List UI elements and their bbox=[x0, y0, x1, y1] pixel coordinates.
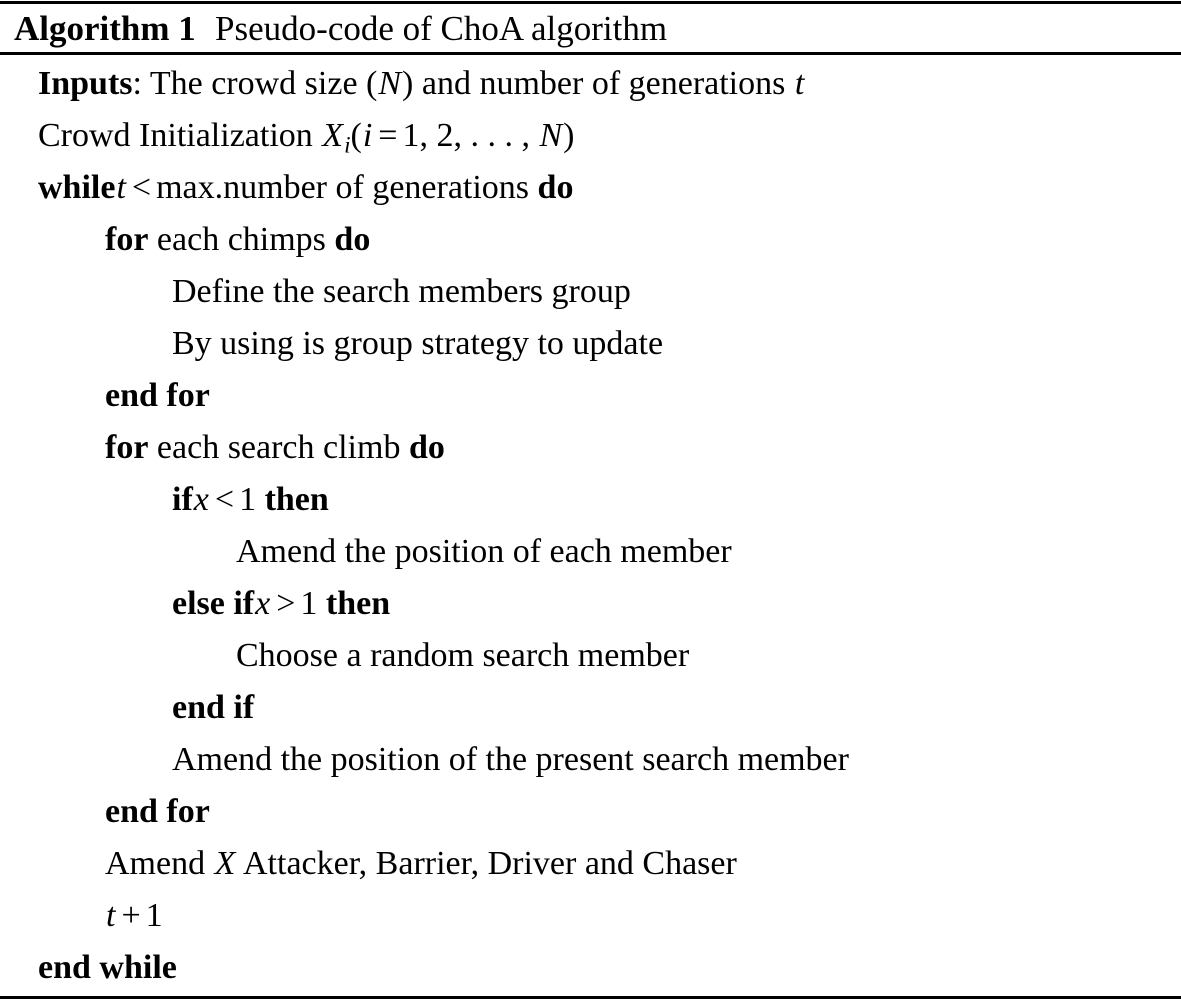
text-token: Amend bbox=[105, 845, 214, 882]
algorithm-line: end if bbox=[0, 682, 1181, 734]
math-operator: + bbox=[121, 897, 141, 934]
algorithm-line: Crowd Initialization Xi(i = 1, 2, . . . , … bbox=[0, 110, 1181, 162]
keyword-token: do bbox=[408, 429, 445, 466]
math-variable: t bbox=[794, 65, 805, 102]
math-variable: t bbox=[106, 897, 116, 934]
keyword-token: for bbox=[105, 221, 149, 258]
text-token: ) and number of generations bbox=[402, 65, 794, 102]
keyword-token: end if bbox=[172, 689, 255, 726]
algorithm-top-rule bbox=[0, 1, 1181, 4]
algorithm-line: Choose a random search member bbox=[0, 630, 1181, 682]
algorithm-line: ifx <1 then bbox=[0, 474, 1181, 526]
algorithm-line: for each chimps do bbox=[0, 214, 1181, 266]
math-variable: X bbox=[214, 845, 236, 882]
keyword-token: end for bbox=[105, 377, 210, 414]
algorithm-line: end while bbox=[0, 942, 1181, 994]
math-variable: t bbox=[116, 169, 126, 206]
keyword-token: while bbox=[38, 169, 116, 206]
algorithm-line: end for bbox=[0, 370, 1181, 422]
algorithm-line: whilet < max.number of generations do bbox=[0, 162, 1181, 214]
algorithm-line: t +1 bbox=[0, 890, 1181, 942]
math-operator: = bbox=[378, 117, 398, 154]
text-token: max.number of generations bbox=[156, 169, 538, 206]
keyword-token: for bbox=[105, 429, 149, 466]
text-token: ) bbox=[563, 117, 575, 154]
algorithm-line: for each search climb do bbox=[0, 422, 1181, 474]
algorithm-caption: Algorithm 1 Pseudo-code of ChoA algorith… bbox=[14, 7, 1171, 51]
algorithm-float: Algorithm 1 Pseudo-code of ChoA algorith… bbox=[0, 0, 1181, 1003]
math-operator: > bbox=[276, 585, 296, 622]
text-token: 1 bbox=[239, 481, 265, 518]
math-operator: < bbox=[214, 481, 235, 518]
keyword-token: then bbox=[325, 585, 391, 622]
keyword-token: if bbox=[172, 481, 193, 518]
algorithm-bottom-rule bbox=[0, 996, 1181, 999]
text-token: Amend the position of each member bbox=[236, 533, 732, 570]
caption-gap bbox=[196, 9, 215, 48]
algorithm-body: Inputs: The crowd size (N) and number of… bbox=[0, 58, 1181, 994]
keyword-token: do bbox=[537, 169, 574, 206]
algorithm-line: Amend the position of each member bbox=[0, 526, 1181, 578]
math-operator: < bbox=[131, 169, 152, 206]
math-variable: x bbox=[255, 585, 271, 622]
keyword-token: else if bbox=[172, 585, 255, 622]
algorithm-label: Algorithm 1 bbox=[14, 9, 196, 48]
text-token: Define the search members group bbox=[172, 273, 631, 310]
algorithm-header-rule bbox=[0, 52, 1181, 55]
algorithm-line: Inputs: The crowd size (N) and number of… bbox=[0, 58, 1181, 110]
keyword-token: end while bbox=[38, 949, 177, 986]
algorithm-line: Amend X Attacker, Barrier, Driver and Ch… bbox=[0, 838, 1181, 890]
text-token: Crowd Initialization bbox=[38, 117, 322, 154]
math-variable: i bbox=[362, 117, 373, 154]
algorithm-line: By using is group strategy to update bbox=[0, 318, 1181, 370]
algorithm-line: end for bbox=[0, 786, 1181, 838]
keyword-token: end for bbox=[105, 793, 210, 830]
text-token: ( bbox=[350, 117, 362, 154]
text-token: 1 bbox=[300, 585, 326, 622]
math-variable: N bbox=[378, 65, 402, 102]
keyword-token: Inputs bbox=[38, 65, 133, 102]
text-token: each search climb bbox=[148, 429, 409, 466]
algorithm-caption-text: Pseudo-code of ChoA algorithm bbox=[215, 9, 668, 48]
text-token: 1, 2, . . . , bbox=[402, 117, 539, 154]
text-token: : The crowd size ( bbox=[132, 65, 378, 102]
keyword-token: do bbox=[334, 221, 371, 258]
text-token: Attacker, Barrier, Driver and Chaser bbox=[236, 845, 737, 882]
text-token: By using is group strategy to update bbox=[172, 325, 664, 362]
text-token: Amend the position of the present search… bbox=[172, 741, 849, 778]
text-token: Choose a random search member bbox=[236, 637, 690, 674]
algorithm-line: Amend the position of the present search… bbox=[0, 734, 1181, 786]
keyword-token: then bbox=[264, 481, 329, 518]
math-variable: X bbox=[322, 117, 344, 154]
text-token: 1 bbox=[145, 897, 163, 934]
text-token: each chimps bbox=[148, 221, 335, 258]
algorithm-line: else ifx >1 then bbox=[0, 578, 1181, 630]
math-variable: N bbox=[539, 117, 563, 154]
algorithm-line: Define the search members group bbox=[0, 266, 1181, 318]
math-variable: x bbox=[193, 481, 209, 518]
